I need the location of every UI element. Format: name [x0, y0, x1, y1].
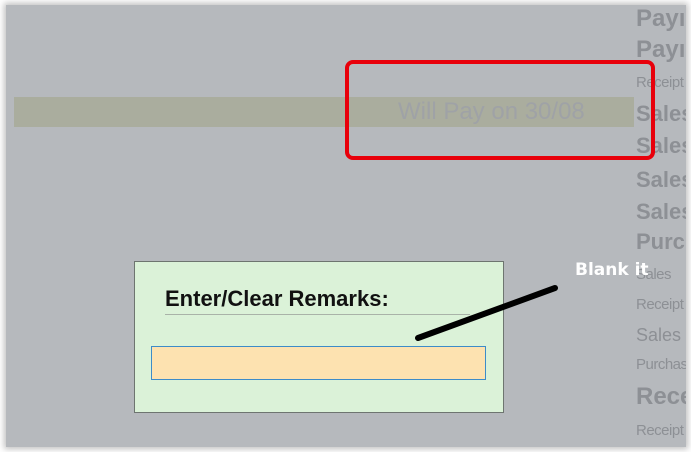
list-item[interactable]: Payı — [636, 38, 685, 62]
list-item[interactable]: Receipt — [636, 423, 684, 438]
title-divider — [165, 314, 470, 315]
list-item[interactable]: Purc — [636, 231, 685, 253]
list-item[interactable]: Payı — [636, 7, 685, 31]
remarks-dialog: Enter/Clear Remarks: — [134, 261, 504, 413]
list-item[interactable]: Sales — [636, 326, 681, 344]
list-item[interactable]: Sales — [636, 201, 686, 223]
annotation-highlight-box — [345, 60, 655, 160]
list-item[interactable]: Rece — [636, 385, 686, 409]
list-item[interactable]: Receipt — [636, 297, 684, 312]
app-background: Will Pay on 30/08 Payı Payı Receipt Sale… — [6, 5, 686, 447]
remarks-input[interactable] — [151, 346, 486, 380]
list-item[interactable]: Sales — [636, 169, 686, 191]
callout-label: Blank it — [575, 260, 649, 280]
list-item[interactable]: Purchas — [636, 357, 686, 372]
dialog-title: Enter/Clear Remarks: — [165, 286, 389, 311]
